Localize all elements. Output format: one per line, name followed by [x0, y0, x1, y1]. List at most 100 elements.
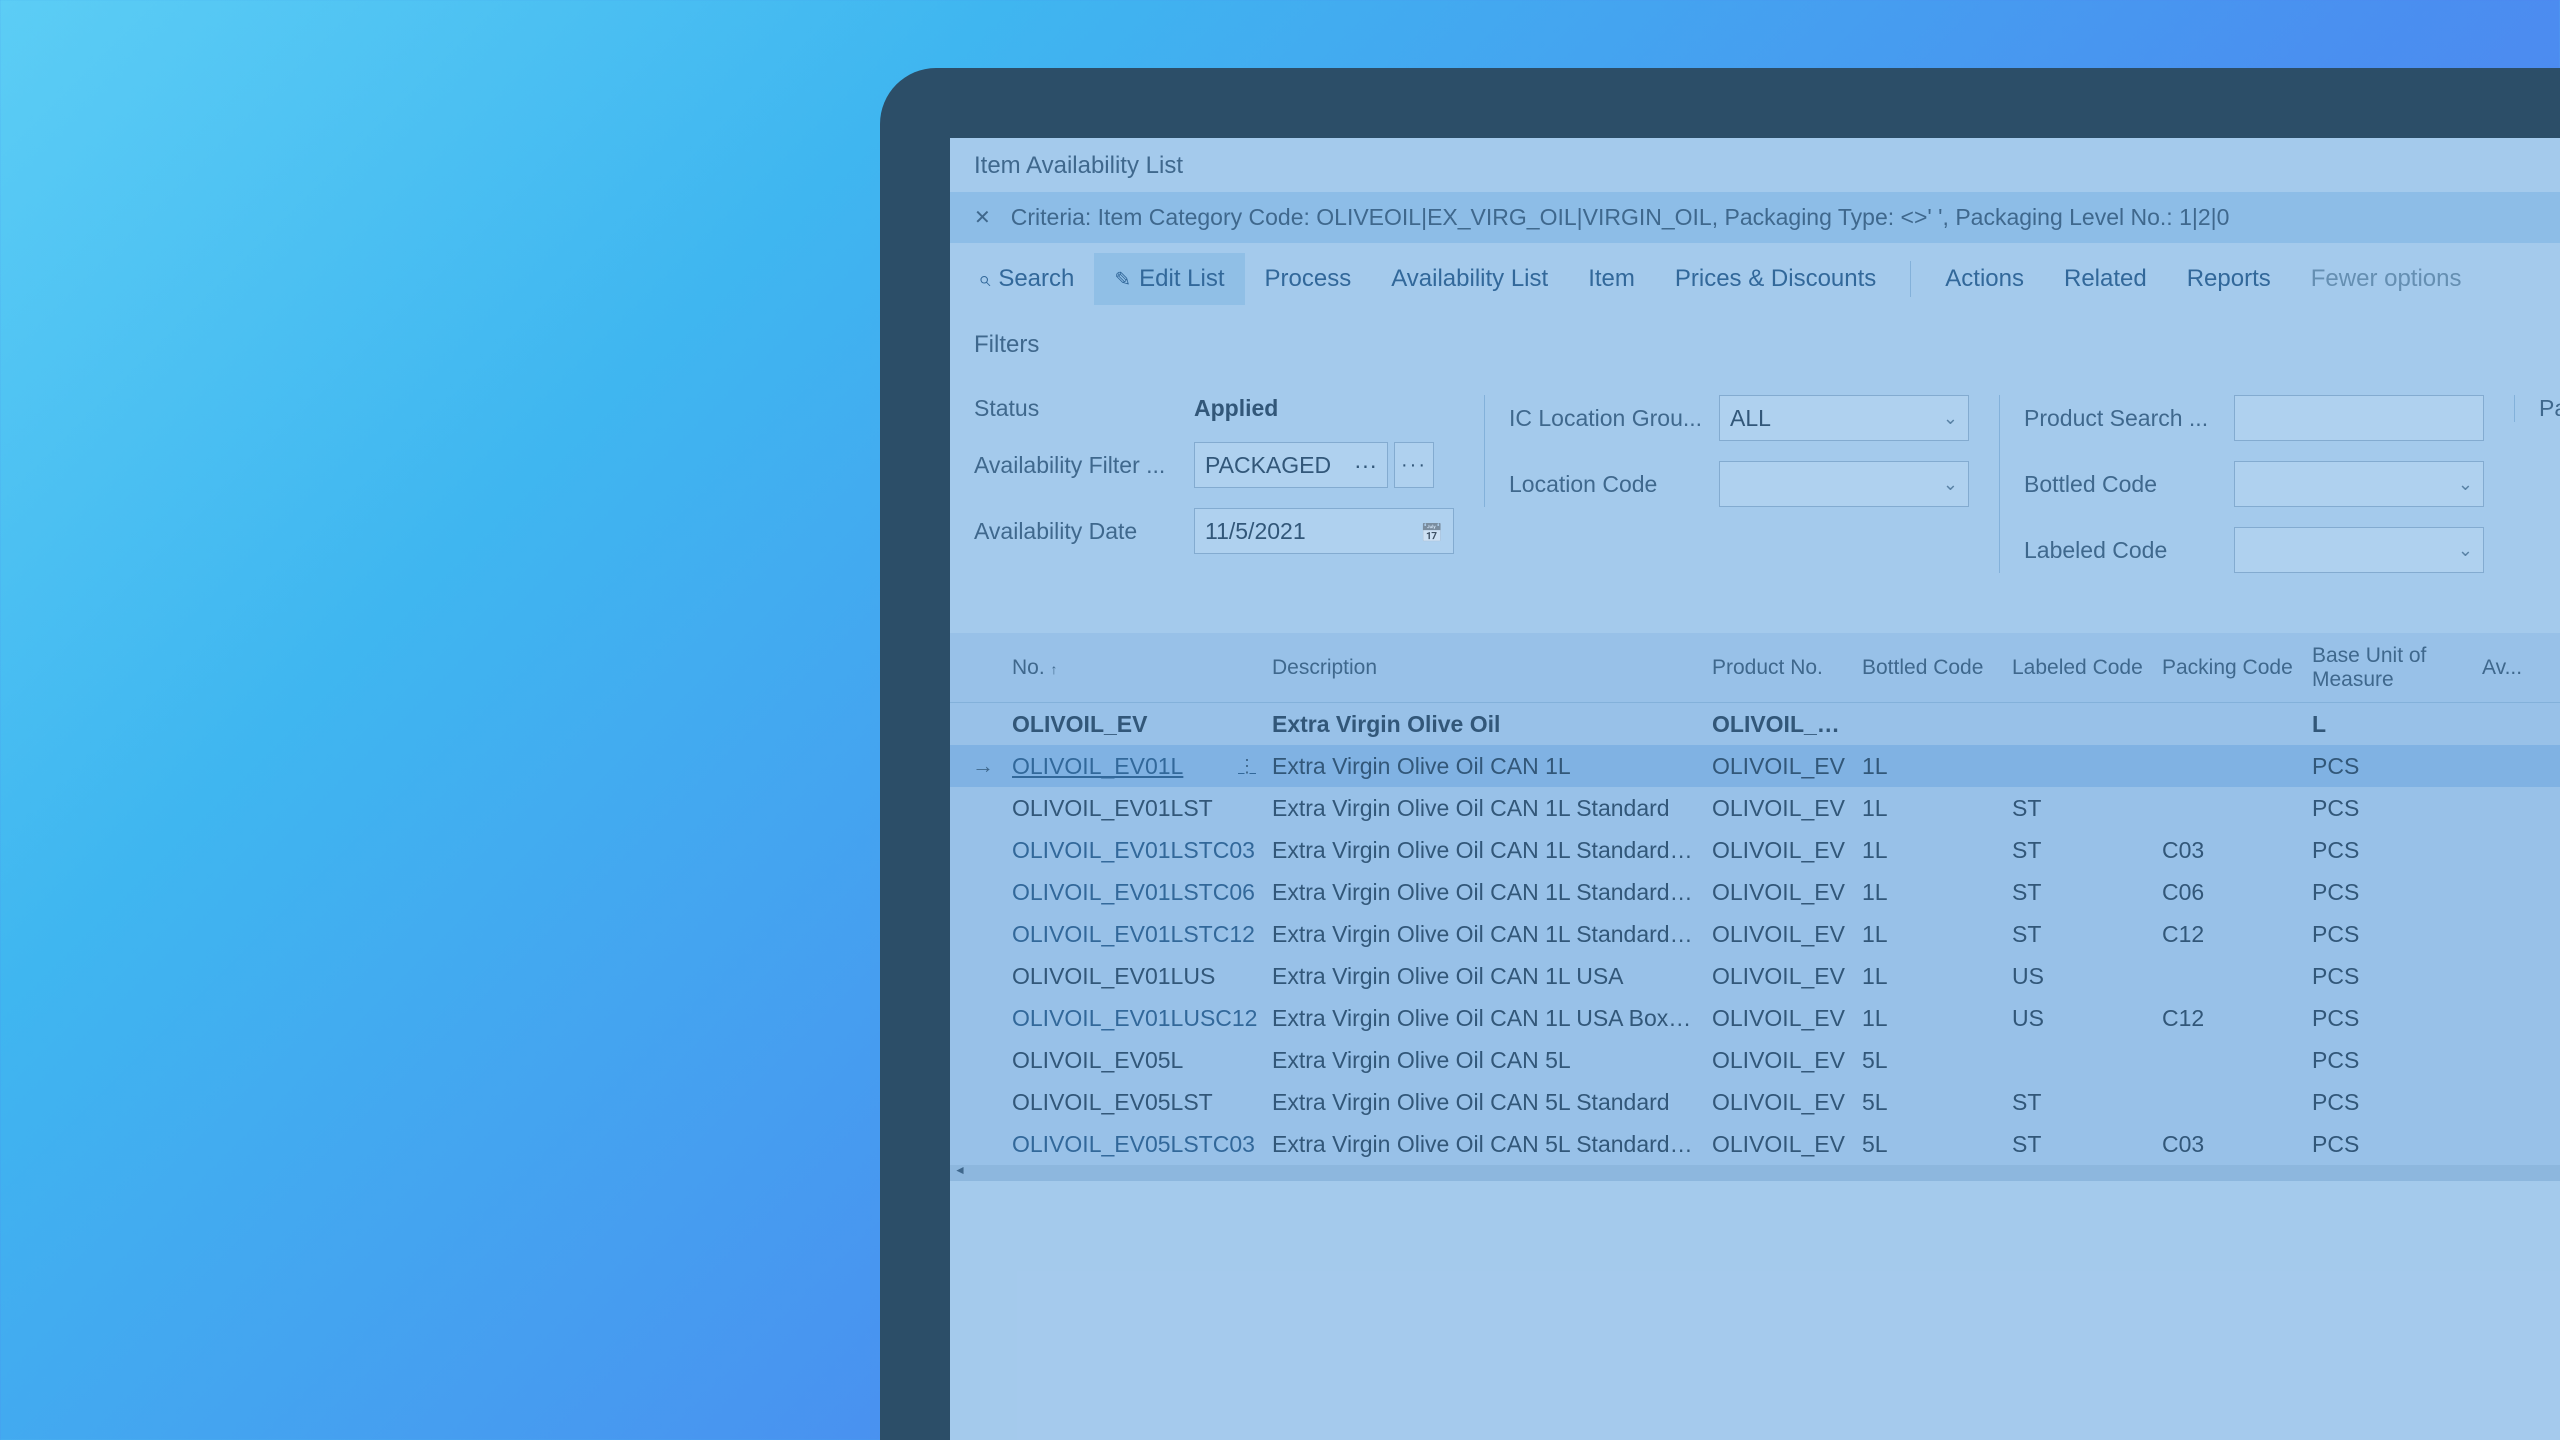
edit-list-button[interactable]: Edit List — [1094, 253, 1244, 305]
horizontal-scrollbar[interactable] — [950, 1165, 2560, 1181]
filters-col-2: IC Location Grou... ALL ⌄ Location Code … — [1484, 395, 1969, 507]
col-labeled-code[interactable]: Labeled Code — [2004, 652, 2154, 683]
col-product-no[interactable]: Product No. — [1704, 652, 1854, 683]
row-menu-icon[interactable]: ⋮ — [1238, 756, 1256, 777]
cell-bottled: 5L — [1854, 1131, 2004, 1158]
product-search-field[interactable] — [2234, 395, 2484, 441]
availability-filter-more-button[interactable]: ··· — [1394, 442, 1434, 488]
calendar-icon[interactable] — [1421, 518, 1443, 545]
cell-uom: PCS — [2304, 879, 2474, 906]
col-packing-code[interactable]: Packing Code — [2154, 652, 2304, 683]
grid-header: No. ↑ Description Product No. Bottled Co… — [950, 633, 2560, 703]
item-button[interactable]: Item — [1568, 253, 1655, 305]
col-base-unit[interactable]: Base Unit ofMeasure — [2304, 640, 2474, 694]
cell-product-no: OLIVOIL_EV — [1704, 1131, 1854, 1158]
actions-button[interactable]: Actions — [1925, 253, 2044, 305]
cell-product-no: OLIVOIL_EV — [1704, 837, 1854, 864]
bottled-code-field[interactable]: ⌄ — [2234, 461, 2484, 507]
cell-description: Extra Virgin Olive Oil CAN 1L Standard B… — [1264, 837, 1704, 864]
cell-no[interactable]: OLIVOIL_EV05L — [1004, 1047, 1264, 1074]
cell-labeled: ST — [2004, 837, 2154, 864]
grid-body: OLIVOIL_EVExtra Virgin Olive OilOLIVOIL_… — [950, 703, 2560, 1165]
bottled-code-label: Bottled Code — [2024, 471, 2224, 498]
cell-bottled: 5L — [1854, 1047, 2004, 1074]
filters-col-3: Product Search ... Bottled Code ⌄ Labele… — [1999, 395, 2484, 573]
table-row[interactable]: OLIVOIL_EV01LSTExtra Virgin Olive Oil CA… — [950, 787, 2560, 829]
toolbar: Search Edit List Process Availability Li… — [950, 243, 2560, 315]
cell-packing: C06 — [2154, 879, 2304, 906]
toolbar-separator — [1910, 261, 1911, 297]
availability-filter-value: PACKAGED — [1205, 452, 1331, 479]
status-label: Status — [974, 395, 1184, 422]
cell-labeled: ST — [2004, 1131, 2154, 1158]
ic-location-group-value: ALL — [1730, 405, 1771, 432]
cell-uom: PCS — [2304, 795, 2474, 822]
cell-no[interactable]: OLIVOIL_EV01LSTC12 — [1004, 921, 1264, 948]
labeled-code-label: Labeled Code — [2024, 537, 2224, 564]
edit-icon — [1114, 265, 1131, 293]
cell-uom: PCS — [2304, 837, 2474, 864]
page-title: Item Availability List — [950, 138, 2560, 192]
ic-location-group-field[interactable]: ALL ⌄ — [1719, 395, 1969, 441]
cell-uom: PCS — [2304, 1005, 2474, 1032]
col-no[interactable]: No. ↑ — [1004, 652, 1264, 683]
table-row[interactable]: OLIVOIL_EV01LSTC06Extra Virgin Olive Oil… — [950, 871, 2560, 913]
cell-bottled: 1L — [1854, 921, 2004, 948]
cell-labeled: US — [2004, 963, 2154, 990]
cell-uom: PCS — [2304, 1089, 2474, 1116]
filters-heading: Filters — [950, 315, 2560, 365]
labeled-code-field[interactable]: ⌄ — [2234, 527, 2484, 573]
table-row[interactable]: OLIVOIL_EV05LExtra Virgin Olive Oil CAN … — [950, 1039, 2560, 1081]
cell-packing: C12 — [2154, 1005, 2304, 1032]
table-row[interactable]: OLIVOIL_EV01LSTC03Extra Virgin Olive Oil… — [950, 829, 2560, 871]
cell-product-no: OLIVOIL_EV — [1704, 879, 1854, 906]
cell-product-no: OLIVOIL_EV — [1704, 711, 1854, 738]
cell-labeled: ST — [2004, 795, 2154, 822]
related-button[interactable]: Related — [2044, 253, 2167, 305]
cell-no[interactable]: OLIVOIL_EV01LUS — [1004, 963, 1264, 990]
cell-description: Extra Virgin Olive Oil — [1264, 711, 1704, 738]
app-window: Item Availability List ✕ Criteria: Item … — [950, 138, 2560, 1440]
ic-location-group-label: IC Location Grou... — [1509, 405, 1709, 432]
close-icon[interactable]: ✕ — [974, 205, 991, 230]
location-code-field[interactable]: ⌄ — [1719, 461, 1969, 507]
table-row[interactable]: OLIVOIL_EV05LSTExtra Virgin Olive Oil CA… — [950, 1081, 2560, 1123]
table-row[interactable]: OLIVOIL_EVExtra Virgin Olive OilOLIVOIL_… — [950, 703, 2560, 745]
edit-list-label: Edit List — [1139, 265, 1224, 293]
filters-panel: Status Applied Availability Filter ... P… — [950, 365, 2560, 613]
cell-no[interactable]: OLIVOIL_EV05LSTC03 — [1004, 1131, 1264, 1158]
cell-uom: PCS — [2304, 1131, 2474, 1158]
cell-bottled: 1L — [1854, 879, 2004, 906]
cell-no[interactable]: OLIVOIL_EV — [1004, 711, 1264, 738]
table-row[interactable]: OLIVOIL_EV01LUSC12Extra Virgin Olive Oil… — [950, 997, 2560, 1039]
cell-no[interactable]: OLIVOIL_EV05LST — [1004, 1089, 1264, 1116]
fewer-options-button[interactable]: Fewer options — [2291, 253, 2482, 305]
cell-uom: PCS — [2304, 753, 2474, 780]
cell-no[interactable]: OLIVOIL_EV01LSTC06 — [1004, 879, 1264, 906]
col-description[interactable]: Description — [1264, 652, 1704, 683]
col-bottled-code[interactable]: Bottled Code — [1854, 652, 2004, 683]
table-row[interactable]: →OLIVOIL_EV01L⋮Extra Virgin Olive Oil CA… — [950, 745, 2560, 787]
cell-uom: PCS — [2304, 921, 2474, 948]
availability-filter-label: Availability Filter ... — [974, 452, 1184, 479]
availability-list-button[interactable]: Availability List — [1371, 253, 1568, 305]
col-avail[interactable]: Av... — [2474, 652, 2560, 683]
table-row[interactable]: OLIVOIL_EV05LSTC03Extra Virgin Olive Oil… — [950, 1123, 2560, 1165]
product-search-label: Product Search ... — [2024, 405, 2224, 432]
prices-button[interactable]: Prices & Discounts — [1655, 253, 1896, 305]
cell-no[interactable]: OLIVOIL_EV01LSTC03 — [1004, 837, 1264, 864]
cell-no[interactable]: OLIVOIL_EV01LST — [1004, 795, 1264, 822]
cell-no[interactable]: OLIVOIL_EV01L⋮ — [1004, 753, 1264, 780]
status-value: Applied — [1194, 395, 1454, 422]
availability-date-field[interactable]: 11/5/2021 — [1194, 508, 1454, 554]
availability-filter-field[interactable]: PACKAGED ··· — [1194, 442, 1388, 488]
reports-button[interactable]: Reports — [2167, 253, 2291, 305]
cell-product-no: OLIVOIL_EV — [1704, 921, 1854, 948]
data-grid: No. ↑ Description Product No. Bottled Co… — [950, 633, 2560, 1181]
cell-no[interactable]: OLIVOIL_EV01LUSC12 — [1004, 1005, 1264, 1032]
table-row[interactable]: OLIVOIL_EV01LUSExtra Virgin Olive Oil CA… — [950, 955, 2560, 997]
search-button[interactable]: Search — [958, 253, 1094, 305]
cell-description: Extra Virgin Olive Oil CAN 1L USA Box of… — [1264, 1005, 1704, 1032]
table-row[interactable]: OLIVOIL_EV01LSTC12Extra Virgin Olive Oil… — [950, 913, 2560, 955]
process-button[interactable]: Process — [1245, 253, 1372, 305]
